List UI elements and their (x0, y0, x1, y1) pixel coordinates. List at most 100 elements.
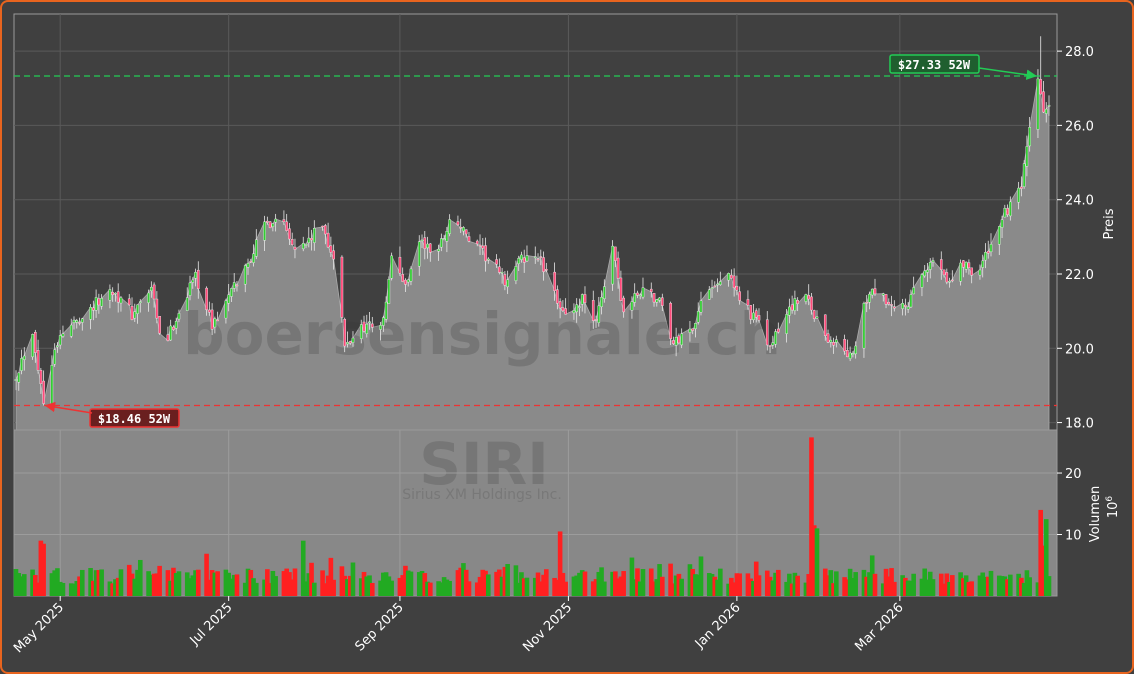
candle-body (89, 307, 92, 320)
volume-bar (718, 568, 723, 596)
candle-body (92, 307, 95, 311)
volume-bar (524, 577, 530, 596)
candle-body (136, 304, 139, 314)
date-tick-label: Jul 2025 (187, 600, 236, 649)
volume-bar (737, 573, 742, 596)
candle-body (558, 301, 562, 309)
candle-body (1044, 108, 1048, 114)
candle-body (495, 259, 498, 265)
candle-body (928, 262, 932, 270)
candle-body (804, 294, 808, 302)
volume-bar (911, 573, 916, 596)
date-tick-label: Mar 2026 (852, 600, 906, 654)
candle-body (390, 255, 393, 279)
candle-body (478, 244, 482, 247)
date-axis: May 2025 Jul 2025 Sep 2025 Nov 2025 Jan 2026… (11, 596, 907, 656)
candle-body (130, 305, 134, 320)
candle-body (72, 319, 76, 323)
volume-bar (892, 581, 897, 596)
candle-body (931, 260, 935, 263)
candle-body (36, 350, 40, 371)
candle-body (823, 314, 827, 337)
watermark-text: boersensignale.ch (183, 300, 781, 368)
candle-body (674, 337, 678, 346)
candle-body (346, 342, 349, 345)
volume-bar (814, 528, 820, 596)
candle-body (906, 306, 910, 310)
candle-body (865, 301, 869, 304)
candle-body (254, 239, 258, 257)
volume-bar (776, 569, 781, 596)
price-tick-label: 24.0 (1065, 194, 1094, 209)
candle-body (420, 239, 424, 242)
candle-body (619, 277, 623, 301)
candle-body (658, 297, 661, 301)
candle-body (20, 358, 23, 371)
candle-body (826, 333, 830, 343)
candle-body (848, 352, 852, 359)
candle-body (365, 323, 369, 334)
candle-body (108, 289, 112, 301)
volume-bar (370, 583, 375, 596)
date-tick-label: Nov 2025 (520, 600, 575, 655)
volume-bar (679, 578, 684, 596)
candle-body (172, 326, 175, 330)
volume-bar (834, 571, 839, 596)
candle-body (738, 291, 741, 301)
candle-body (321, 225, 324, 228)
candle-body (196, 269, 200, 290)
candle-body (854, 345, 857, 355)
candle-body (227, 294, 230, 304)
candle-body (437, 248, 440, 252)
candle-body (417, 241, 421, 267)
candle-body (348, 341, 352, 344)
candle-body (716, 283, 719, 286)
candle-body (409, 268, 413, 282)
candle-body (500, 272, 504, 274)
candle-body (636, 292, 639, 296)
volume-bar (486, 574, 491, 596)
candle-body (293, 246, 297, 250)
candle-body (633, 293, 636, 303)
candle-body (796, 300, 799, 304)
candle-body (735, 285, 739, 291)
volume-bar (756, 575, 762, 596)
volume-bar (41, 543, 46, 596)
low-52w-label: $18.46 52W (98, 412, 171, 426)
candle-body (522, 257, 526, 263)
date-tick-label: May 2025 (11, 600, 67, 656)
candle-body (69, 324, 73, 337)
volume-bar (466, 581, 472, 596)
candle-body (688, 328, 692, 333)
volume-bar (1027, 577, 1032, 596)
candle-body (926, 269, 929, 273)
candle-body (14, 379, 18, 381)
candle-body (533, 256, 537, 258)
candle-body (520, 254, 523, 260)
volume-bar (234, 574, 240, 596)
candle-body (553, 271, 556, 291)
candle-body (835, 339, 838, 343)
candle-body (39, 369, 43, 384)
candle-body (591, 300, 595, 321)
volume-bar (157, 565, 162, 596)
candle-body (561, 307, 565, 312)
candle-body (978, 269, 982, 276)
volume-bar (215, 571, 220, 596)
candle-body (475, 240, 479, 245)
candle-body (230, 288, 233, 297)
volume-bar (389, 580, 394, 596)
volume-axis-label: Volumen (1088, 486, 1103, 543)
candle-body (893, 306, 896, 309)
candle-body (890, 304, 893, 306)
candle-body (868, 293, 871, 303)
candle-body (881, 293, 885, 296)
candle-body (951, 279, 954, 282)
volume-bar (137, 559, 143, 596)
volume-bar (872, 573, 878, 596)
candle-body (288, 228, 291, 240)
company-name: Sirius XM Holdings Inc. (402, 487, 562, 503)
candle-body (487, 258, 490, 261)
candle-body (194, 271, 197, 279)
candle-body (252, 253, 255, 263)
